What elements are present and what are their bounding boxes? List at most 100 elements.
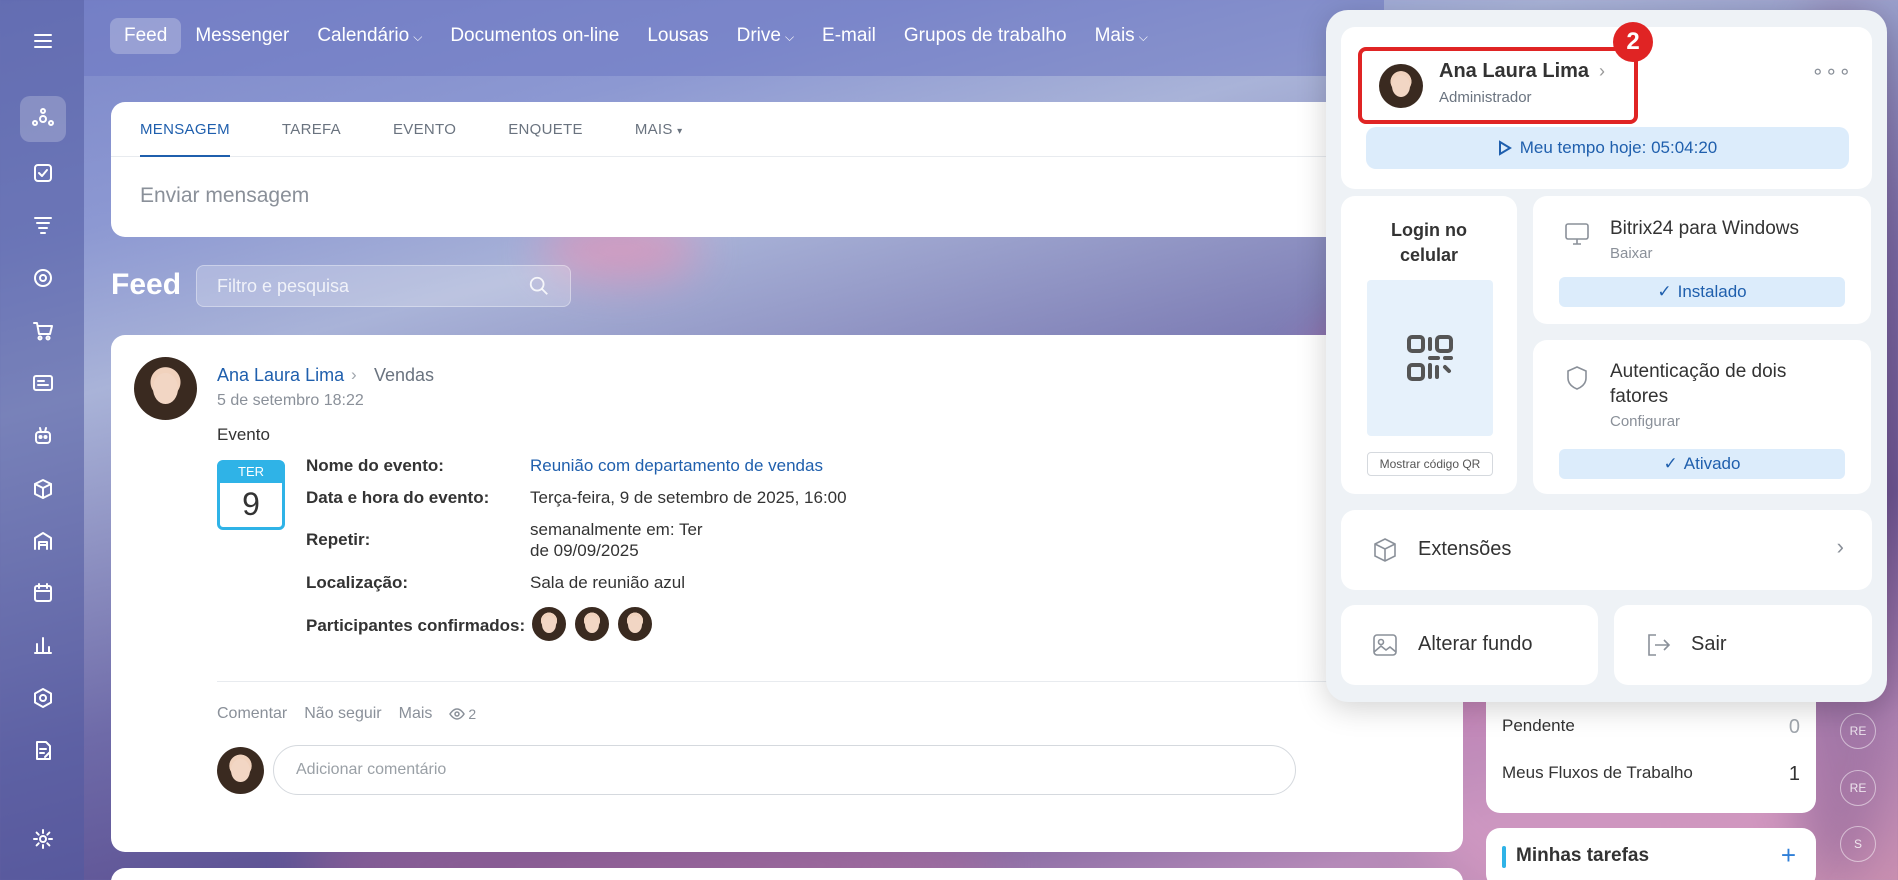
show-qr-button[interactable]: Mostrar código QR: [1367, 452, 1493, 476]
tab-poll[interactable]: ENQUETE: [508, 102, 583, 157]
online-user-avatar[interactable]: RE: [1840, 770, 1876, 806]
views-count: 2: [468, 706, 477, 722]
participant-avatar[interactable]: [530, 605, 568, 643]
logout-button[interactable]: Sair: [1614, 605, 1872, 685]
two-factor-title: Autenticação de dois fatores: [1610, 359, 1786, 409]
comment-input[interactable]: Adicionar comentário: [273, 745, 1296, 795]
post-group[interactable]: Vendas: [374, 365, 434, 386]
box-icon[interactable]: [20, 466, 66, 512]
settings-gear-icon[interactable]: [20, 816, 66, 862]
package-icon: [1374, 538, 1396, 562]
profile-header-card: 2 Ana Laura Lima › Administrador ∘∘∘ Meu …: [1341, 22, 1872, 189]
extensions-button[interactable]: Extensões ›: [1341, 510, 1872, 590]
shop-cart-icon[interactable]: [20, 308, 66, 354]
more-options-icon[interactable]: ∘∘∘: [1811, 59, 1852, 84]
comment-link[interactable]: Comentar: [217, 705, 287, 723]
post-date[interactable]: 5 de setembro 18:22: [217, 392, 364, 410]
shield-icon: [1567, 366, 1587, 390]
image-icon: [1373, 634, 1397, 656]
online-user-avatar[interactable]: RE: [1840, 713, 1876, 749]
accent-bar: [1502, 846, 1506, 868]
check-icon: ✓: [1663, 454, 1678, 473]
online-user-avatar[interactable]: S: [1840, 826, 1876, 862]
workflow-widget: Pendente 0 Meus Fluxos de Trabalho 1: [1486, 690, 1816, 813]
profile-name-link[interactable]: Ana Laura Lima ›: [1439, 60, 1605, 83]
message-input[interactable]: Enviar mensagem: [111, 157, 1461, 235]
installed-status: ✓ Instalado: [1559, 277, 1845, 307]
widget-title: Minhas tarefas: [1516, 845, 1650, 866]
robot-icon[interactable]: [20, 413, 66, 459]
widget-row-my-workflows[interactable]: Meus Fluxos de Trabalho 1: [1502, 763, 1800, 786]
post-author[interactable]: Ana Laura Lima: [217, 365, 344, 386]
event-datetime-value: Terça-feira, 9 de setembro de 2025, 16:0…: [530, 488, 847, 507]
windows-app-card[interactable]: Bitrix24 para Windows Baixar ✓ Instalado: [1533, 196, 1871, 324]
title-line: Login no: [1391, 220, 1467, 240]
status-label: Ativado: [1683, 454, 1741, 473]
tab-event[interactable]: EVENTO: [393, 102, 456, 157]
add-task-button[interactable]: +: [1781, 840, 1796, 871]
nav-boards[interactable]: Lousas: [633, 18, 722, 54]
chevron-down-icon: ⌵: [413, 30, 423, 44]
search-input[interactable]: Filtro e pesquisa: [196, 265, 571, 307]
tab-more[interactable]: MAIS ▾: [635, 102, 683, 157]
caret-down-icon: ▾: [677, 125, 683, 137]
nav-workgroups[interactable]: Grupos de trabalho: [890, 18, 1081, 54]
nav-label: E-mail: [822, 25, 876, 46]
windows-app-download[interactable]: Baixar: [1610, 245, 1653, 262]
nav-more[interactable]: Mais ⌵: [1081, 18, 1162, 54]
company-icon[interactable]: [20, 675, 66, 721]
views-counter: 2: [449, 706, 476, 722]
top-navigation: Feed Messenger Calendário ⌵ Documentos on…: [84, 0, 1384, 76]
nav-messenger[interactable]: Messenger: [181, 18, 303, 54]
chevron-right-icon: ›: [351, 365, 357, 384]
monitor-icon: [1565, 223, 1589, 245]
tasks-icon[interactable]: [20, 150, 66, 196]
search-placeholder: Filtro e pesquisa: [217, 275, 350, 296]
event-repeat-value-line2: de 09/09/2025: [530, 541, 639, 560]
tab-label: MAIS: [634, 120, 673, 138]
nav-drive[interactable]: Drive ⌵: [723, 18, 808, 54]
menu-icon[interactable]: [20, 18, 66, 64]
feed-icon[interactable]: [20, 96, 66, 142]
two-factor-card[interactable]: Autenticação de dois fatores Configurar …: [1533, 340, 1871, 494]
nav-email[interactable]: E-mail: [808, 18, 890, 54]
document-sign-icon[interactable]: [20, 728, 66, 774]
play-icon: [1498, 140, 1512, 156]
logout-label: Sair: [1691, 633, 1727, 655]
chevron-down-icon: ⌵: [1138, 30, 1148, 44]
event-name-value[interactable]: Reunião com departamento de vendas: [530, 456, 823, 476]
warehouse-icon[interactable]: [20, 518, 66, 564]
check-icon: ✓: [1657, 282, 1672, 301]
status-label: Instalado: [1677, 282, 1747, 301]
tab-task[interactable]: TAREFA: [282, 102, 341, 157]
event-repeat-label: Repetir:: [306, 530, 371, 549]
analytics-icon[interactable]: [20, 622, 66, 668]
target-icon[interactable]: [20, 255, 66, 301]
participant-avatar[interactable]: [616, 605, 654, 643]
avatar[interactable]: [1379, 64, 1423, 108]
avatar[interactable]: [134, 357, 197, 420]
event-location-value: Sala de reunião azul: [530, 573, 686, 592]
nav-calendar[interactable]: Calendário ⌵: [303, 18, 436, 54]
tab-message[interactable]: MENSAGEM: [140, 102, 230, 157]
widget-row-pending[interactable]: Pendente 0: [1502, 716, 1800, 739]
more-link[interactable]: Mais: [399, 705, 433, 723]
change-background-button[interactable]: Alterar fundo: [1341, 605, 1598, 685]
event-datetime-label: Data e hora do evento:: [306, 488, 490, 507]
two-factor-configure[interactable]: Configurar: [1610, 413, 1680, 430]
search-icon[interactable]: [528, 275, 550, 297]
calendar-icon[interactable]: [20, 570, 66, 616]
nav-online-documents[interactable]: Documentos on-line: [436, 18, 633, 54]
post-type: Evento: [217, 425, 270, 444]
profile-popup: 2 Ana Laura Lima › Administrador ∘∘∘ Meu …: [1326, 10, 1887, 702]
unfollow-link[interactable]: Não seguir: [304, 705, 381, 723]
nav-feed[interactable]: Feed: [110, 18, 182, 54]
nav-label: Drive: [736, 25, 781, 46]
extensions-label: Extensões: [1418, 538, 1512, 560]
crm-funnel-icon[interactable]: [20, 202, 66, 248]
row-label: Pendente: [1502, 716, 1575, 735]
participant-avatar[interactable]: [573, 605, 611, 643]
worktime-button[interactable]: Meu tempo hoje: 05:04:20: [1366, 127, 1849, 169]
logout-icon: [1648, 634, 1671, 656]
sites-icon[interactable]: [20, 360, 66, 406]
